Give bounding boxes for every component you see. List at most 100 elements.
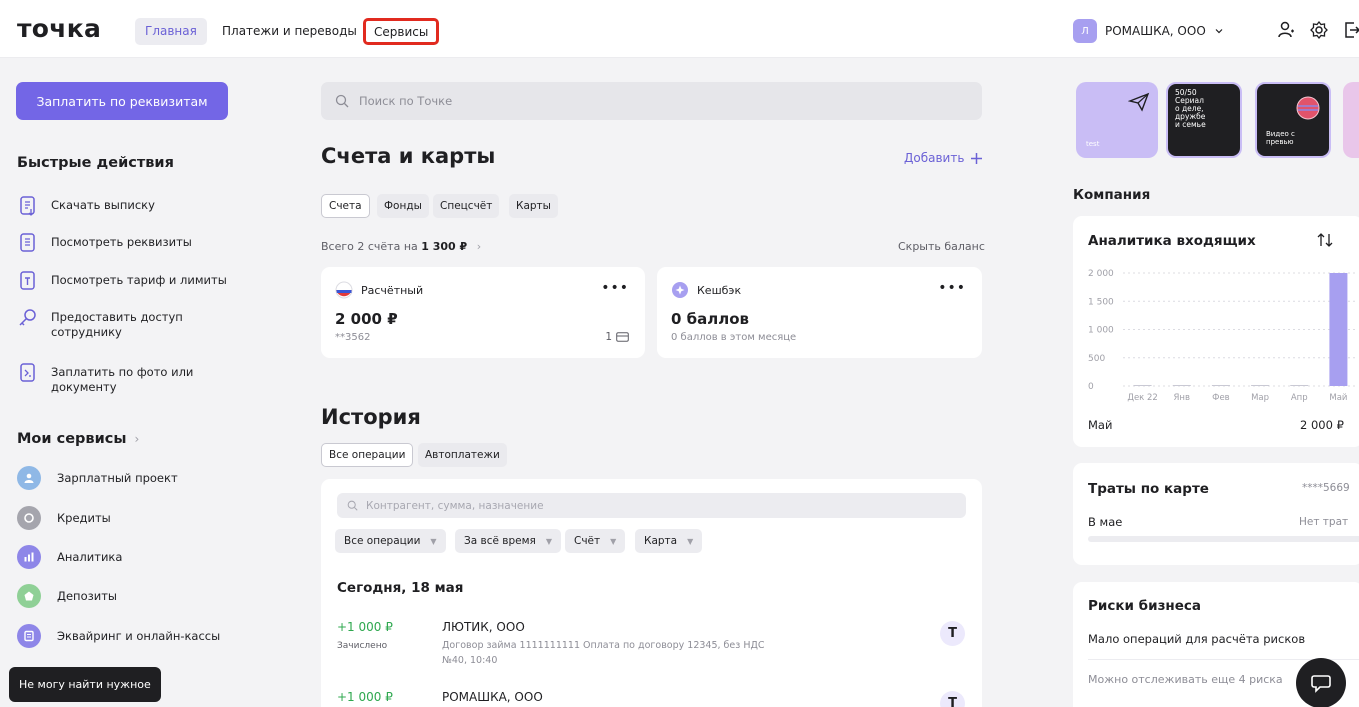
- operation-meta: №40, 10:40: [442, 655, 498, 666]
- filter-label: Счёт: [574, 535, 601, 547]
- tab-funds[interactable]: Фонды: [377, 194, 429, 218]
- history-search-placeholder: Контрагент, сумма, назначение: [366, 499, 544, 512]
- filter-operations[interactable]: Все операции ▼: [335, 529, 446, 553]
- chart-bar[interactable]: [1172, 385, 1191, 386]
- quick-action-label: Посмотреть тариф и лимиты: [51, 273, 227, 287]
- story-series[interactable]: 50/50 Сериал о деле, дружбе и семье: [1166, 82, 1242, 158]
- analytics-icon: [17, 545, 41, 569]
- more-icon[interactable]: •••: [938, 280, 966, 296]
- caret-down-icon: ▼: [610, 536, 617, 546]
- history-search-input[interactable]: Контрагент, сумма, назначение: [337, 493, 966, 518]
- chart-bar[interactable]: [1133, 385, 1152, 386]
- bank-badge: Т: [940, 691, 965, 707]
- pay-by-details-button[interactable]: Заплатить по реквизитам: [16, 82, 228, 120]
- accounts-summary[interactable]: Всего 2 счёта на 1 300 ₽ ›: [321, 240, 481, 253]
- global-search-input[interactable]: Поиск по Точке: [321, 82, 982, 120]
- service-credits[interactable]: Кредиты: [17, 506, 111, 530]
- caret-down-icon: ▼: [430, 536, 437, 546]
- chart-bar[interactable]: [1211, 385, 1230, 386]
- story-partial[interactable]: [1343, 82, 1359, 158]
- incoming-analytics-panel[interactable]: Аналитика входящих 0 500 1 000 1 500 2 000 Де…: [1073, 216, 1359, 447]
- nav-tab-services[interactable]: Сервисы: [363, 18, 440, 45]
- acquiring-icon: [17, 624, 41, 648]
- service-deposits[interactable]: Депозиты: [17, 584, 117, 608]
- chart-bar[interactable]: [1251, 385, 1270, 386]
- service-acquiring[interactable]: Эквайринг и онлайн-кассы: [17, 624, 220, 648]
- tab-special-account[interactable]: Спецсчёт: [433, 194, 500, 218]
- filter-label: Карта: [644, 535, 678, 547]
- scan-document-icon: [20, 363, 35, 382]
- summary-total: 1 300 ₽: [421, 240, 468, 253]
- account-card-current[interactable]: Расчётный ••• 2 000 ₽ **3562 1: [321, 267, 645, 358]
- service-analytics[interactable]: Аналитика: [17, 545, 122, 569]
- y-tick-label: 2 000: [1088, 269, 1114, 279]
- nav-tab-payments[interactable]: Платежи и переводы: [212, 18, 367, 45]
- chart-bar[interactable]: [1329, 273, 1348, 386]
- story-label: test: [1086, 140, 1100, 148]
- quick-action-details[interactable]: Посмотреть реквизиты: [17, 232, 232, 254]
- cashback-sub: 0 баллов в этом месяце: [671, 332, 797, 343]
- story-test[interactable]: test: [1076, 82, 1158, 158]
- add-account-button[interactable]: Добавить: [904, 151, 983, 165]
- spending-progress-bar: [1088, 536, 1359, 542]
- day-header: Сегодня, 18 мая: [337, 580, 464, 596]
- more-icon[interactable]: •••: [601, 280, 629, 296]
- account-number: **3562: [335, 332, 371, 343]
- operation-counterparty: ЛЮТИК, ООО: [442, 620, 525, 634]
- chat-button[interactable]: [1296, 658, 1346, 707]
- account-card-cashback[interactable]: Кешбэк ••• 0 баллов 0 баллов в этом меся…: [657, 267, 982, 358]
- filter-label: Все операции: [344, 535, 421, 547]
- x-tick-label: Май: [1329, 393, 1347, 403]
- gear-icon[interactable]: [1309, 20, 1329, 40]
- account-card-name: Кешбэк: [697, 283, 742, 297]
- x-tick-label: Фев: [1212, 393, 1230, 403]
- russian-flag-icon: [335, 281, 353, 299]
- story-video-preview[interactable]: Видео с превью: [1255, 82, 1331, 158]
- tariff-document-icon: [20, 271, 35, 290]
- history-panel: Контрагент, сумма, назначение Все операц…: [321, 479, 982, 707]
- company-name: РОМАШКА, ООО: [1105, 24, 1206, 38]
- quick-action-pay-photo[interactable]: Заплатить по фото или документу: [17, 362, 232, 395]
- filter-account[interactable]: Счёт ▼: [565, 529, 626, 553]
- chart-bar[interactable]: [1290, 385, 1309, 386]
- salary-icon: [17, 466, 41, 490]
- filter-period[interactable]: За всё время ▼: [455, 529, 561, 553]
- quick-action-grant-access[interactable]: Предоставить доступ сотруднику: [17, 307, 232, 340]
- x-tick-label: Апр: [1291, 393, 1308, 403]
- operation-description: Договор займа 1111111111 Оплата по догов…: [442, 640, 765, 651]
- cant-find-button[interactable]: Не могу найти нужное: [9, 667, 161, 702]
- summary-prefix: Всего 2 счёта на: [321, 240, 422, 253]
- card-mask: ****5669: [1302, 482, 1350, 494]
- sort-arrows-icon[interactable]: [1316, 233, 1334, 247]
- risks-title: Риски бизнеса: [1088, 598, 1202, 614]
- linked-cards-count[interactable]: 1: [605, 331, 629, 343]
- story-label: 50/50 Сериал о деле, дружбе и семье: [1175, 88, 1206, 129]
- service-salary-project[interactable]: Зарплатный проект: [17, 466, 178, 490]
- company-switcher[interactable]: Л РОМАШКА, ООО: [1073, 17, 1224, 45]
- service-label: Эквайринг и онлайн-кассы: [57, 629, 221, 643]
- logo[interactable]: точка: [17, 14, 101, 43]
- filter-card[interactable]: Карта ▼: [635, 529, 703, 553]
- account-card-name: Расчётный: [361, 283, 424, 297]
- quick-action-statement[interactable]: Скачать выписку: [17, 195, 232, 217]
- chevron-right-icon: ›: [134, 432, 140, 446]
- hide-balance-link[interactable]: Скрыть баланс: [898, 240, 985, 253]
- analytics-title: Аналитика входящих: [1088, 233, 1256, 249]
- plus-icon: [971, 152, 983, 164]
- tab-autopayments[interactable]: Автоплатежи: [418, 443, 507, 467]
- user-icon[interactable]: [1276, 20, 1296, 40]
- card-spending-panel[interactable]: Траты по карте ****5669 В мае Нет трат: [1073, 463, 1359, 565]
- tab-cards[interactable]: Карты: [509, 194, 558, 218]
- tab-all-operations[interactable]: Все операции: [321, 443, 414, 467]
- tab-accounts[interactable]: Счета: [321, 194, 370, 218]
- accounts-title: Счета и карты: [321, 144, 496, 168]
- operation-amount: +1 000 ₽: [337, 690, 393, 704]
- card-icon: [616, 332, 629, 342]
- logout-icon[interactable]: [1342, 20, 1359, 40]
- operation-counterparty: РОМАШКА, ООО: [442, 690, 543, 704]
- quick-action-tariff[interactable]: Посмотреть тариф и лимиты: [17, 270, 232, 292]
- my-services-title[interactable]: Мои сервисы ›: [17, 431, 139, 447]
- y-tick-label: 500: [1088, 354, 1105, 364]
- nav-tab-home[interactable]: Главная: [135, 18, 207, 45]
- bank-badge: Т: [940, 621, 965, 646]
